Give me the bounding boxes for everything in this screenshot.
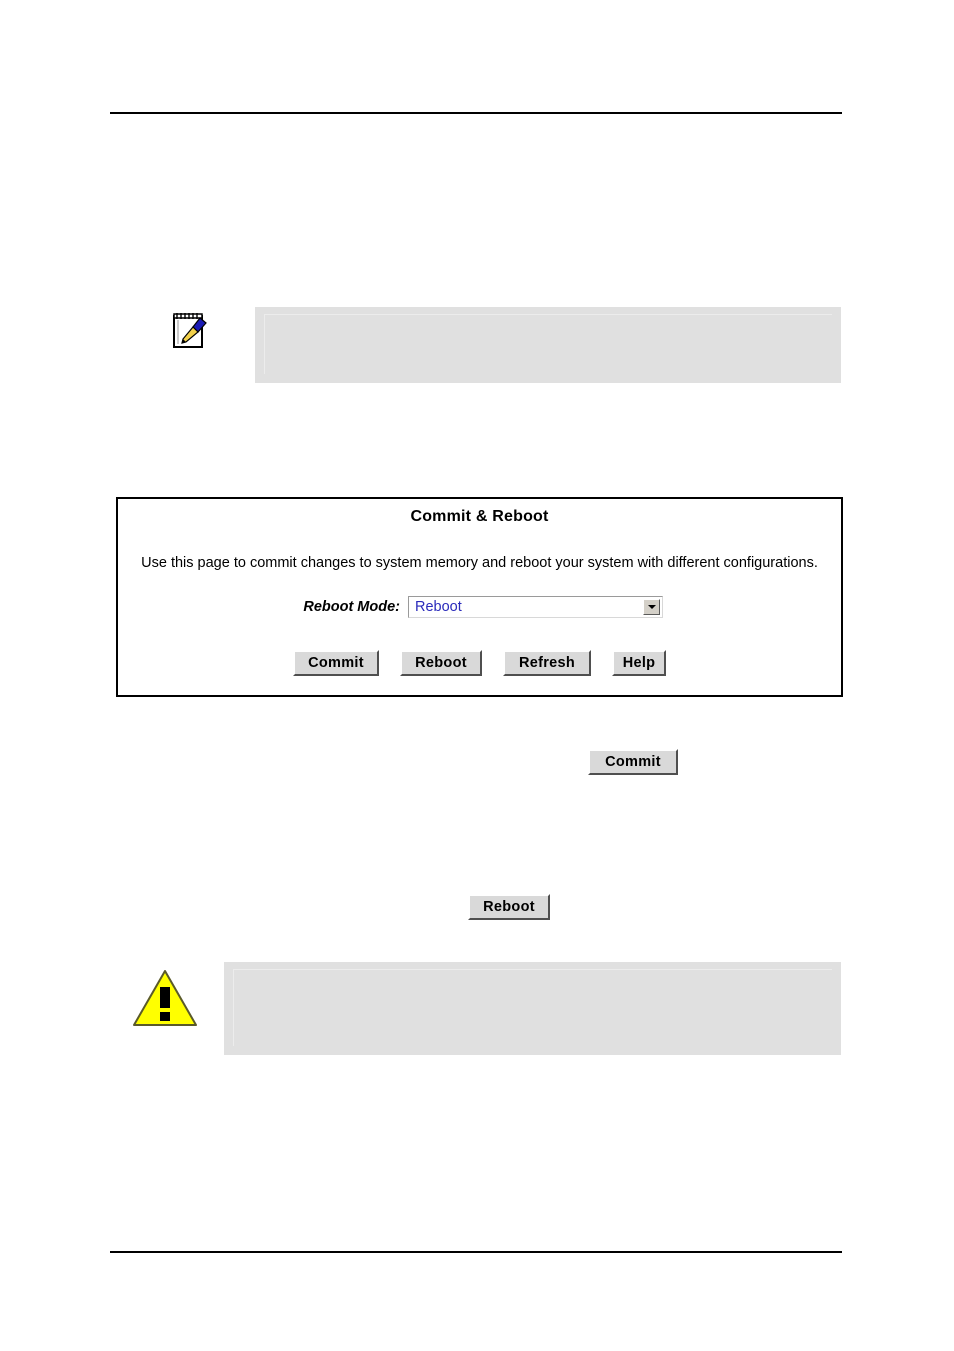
chevron-down-icon[interactable] (643, 599, 660, 615)
reboot-mode-row: Reboot Mode: Reboot (118, 596, 841, 620)
commit-button[interactable]: Commit (293, 650, 379, 676)
warning-triangle-icon (131, 967, 199, 1029)
header-divider (110, 112, 842, 114)
reboot-mode-selected-value: Reboot (415, 599, 462, 615)
inline-commit-button[interactable]: Commit (588, 749, 678, 775)
note-callout-body (255, 307, 841, 383)
reboot-button[interactable]: Reboot (400, 650, 482, 676)
note-pad-pen-icon (170, 310, 210, 350)
panel-button-row: Commit Reboot Refresh Help (118, 650, 841, 676)
refresh-button[interactable]: Refresh (503, 650, 591, 676)
panel-description: Use this page to commit changes to syste… (141, 555, 818, 571)
inline-reboot-button[interactable]: Reboot (468, 894, 550, 920)
reboot-mode-label: Reboot Mode: (303, 599, 400, 615)
warning-callout-body (224, 962, 841, 1055)
help-button[interactable]: Help (612, 650, 666, 676)
reboot-mode-select[interactable]: Reboot (408, 596, 663, 618)
commit-reboot-panel: Commit & Reboot Use this page to commit … (116, 497, 843, 697)
footer-divider (110, 1251, 842, 1253)
page-title: Commit & Reboot (410, 508, 549, 525)
